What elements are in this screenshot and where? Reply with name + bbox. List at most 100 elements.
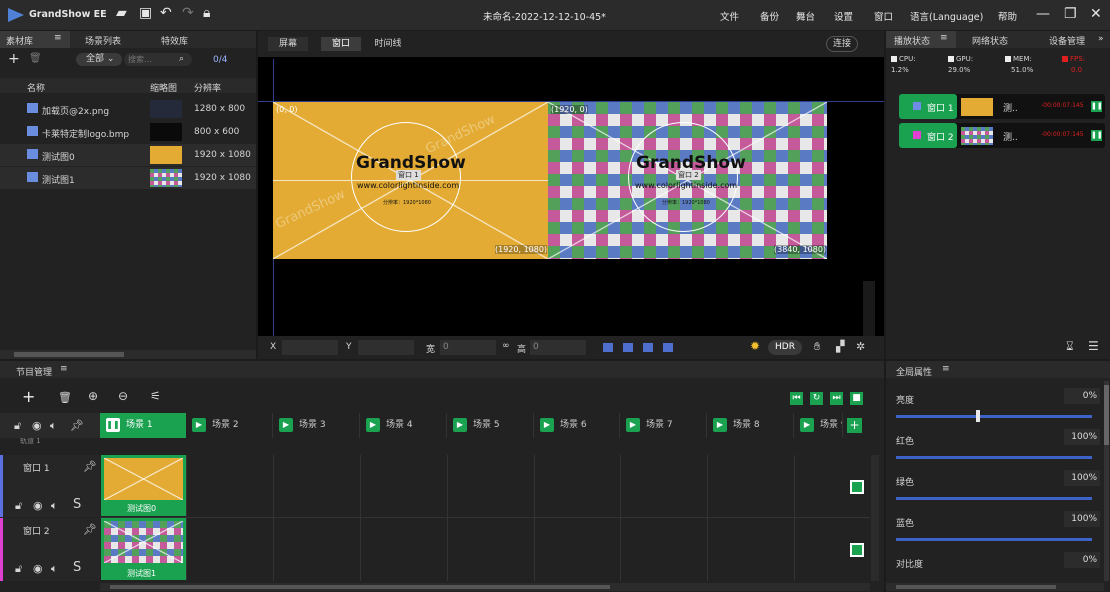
track-header-2[interactable]: 窗口 2 📌︎ 🔓︎ ◉ 🔈︎ S — [0, 518, 100, 581]
tab-device-mgmt[interactable]: 设备管理 — [1049, 34, 1085, 47]
pin-icon[interactable]: 📌︎ — [83, 523, 97, 536]
fit-icon[interactable]: ▞ — [836, 340, 844, 353]
lock-icon[interactable]: 🔒︎ — [203, 5, 210, 21]
close-icon[interactable]: ✕ — [1090, 6, 1102, 22]
scene-tab-7[interactable]: ▶ 场景 7 — [620, 413, 707, 438]
h-scrollbar[interactable] — [0, 350, 256, 359]
pause-button[interactable]: ❚❚ — [1091, 130, 1103, 141]
track-stop-button[interactable] — [850, 480, 864, 494]
columns-icon[interactable]: ☰ — [1088, 339, 1099, 353]
property-slider-track[interactable] — [896, 415, 1092, 418]
window-status-row[interactable]: 窗口 1 测.. -00:00:07:145 ❚❚ — [899, 94, 1105, 119]
window-2-preview[interactable]: (1920, 0) GrandShow 窗口 2 www.colorlighti… — [548, 102, 827, 259]
property-slider-track[interactable] — [896, 538, 1092, 541]
eye-icon[interactable]: ◉ — [33, 499, 43, 512]
unlock-icon[interactable]: 🔓︎ — [14, 419, 21, 433]
more-icon[interactable]: » — [1098, 34, 1104, 44]
y-field[interactable] — [358, 340, 414, 355]
trash-icon[interactable]: 🗑︎ — [29, 53, 42, 64]
menu-file[interactable]: 文件 — [720, 9, 739, 23]
tab-assets[interactable]: 素材库 — [6, 34, 33, 47]
menu-settings[interactable]: 设置 — [834, 9, 853, 23]
scene-tab-4[interactable]: ▶ 场景 4 — [360, 413, 447, 438]
scene-tab-3[interactable]: ▶ 场景 3 — [273, 413, 360, 438]
hdr-button[interactable]: HDR — [768, 340, 802, 355]
menu-window[interactable]: 窗口 — [874, 9, 893, 23]
stop-button[interactable]: ■ — [850, 392, 863, 405]
align-left-icon[interactable] — [603, 343, 613, 352]
scene-tab-6[interactable]: ▶ 场景 6 — [534, 413, 620, 438]
filter-dropdown[interactable]: 全部 ⌄ — [76, 53, 122, 66]
tab-timeline[interactable]: 时间线 — [368, 37, 408, 51]
distribute-icon[interactable] — [663, 343, 673, 352]
add-icon[interactable]: + — [22, 387, 35, 406]
tab-window[interactable]: 窗口 — [321, 37, 361, 51]
property-value[interactable]: 100% — [1064, 511, 1100, 527]
property-value[interactable]: 100% — [1064, 429, 1100, 445]
tab-scene-list[interactable]: 场景列表 — [85, 34, 121, 47]
menu-stage[interactable]: 舞台 — [796, 9, 815, 23]
zoom-out-icon[interactable]: ⊖ — [118, 389, 128, 403]
loop-button[interactable]: ↻ — [810, 392, 823, 405]
menu-help[interactable]: 帮助 — [998, 9, 1017, 23]
connect-button[interactable]: 连接 — [826, 36, 858, 52]
scene-tab-2[interactable]: ▶ 场景 2 — [186, 413, 273, 438]
solo-icon[interactable]: S — [73, 560, 81, 575]
scene-tab-1[interactable]: ❚❚ 场景 1 — [100, 413, 186, 438]
unlock-icon[interactable]: 🔓︎ — [15, 499, 22, 513]
property-slider-track[interactable] — [896, 456, 1092, 459]
pin-icon[interactable]: 📌︎ — [83, 460, 97, 473]
property-slider-track[interactable] — [896, 497, 1092, 500]
window-status-row[interactable]: 窗口 2 测.. -00:00:07:145 ❚❚ — [899, 123, 1105, 148]
speaker-icon[interactable]: 🔈︎ — [51, 499, 58, 513]
next-scene-button[interactable]: ⏭ — [830, 392, 843, 405]
pin-icon[interactable]: 📌︎ — [70, 419, 84, 432]
tab-menu-icon[interactable]: ≡ — [940, 33, 948, 43]
eye-icon[interactable]: ◉ — [33, 562, 43, 575]
pause-button[interactable]: ❚❚ — [1091, 101, 1103, 112]
redo-icon[interactable]: ↷ — [182, 5, 194, 21]
open-folder-icon[interactable]: ▰ — [116, 5, 127, 21]
add-scene-button[interactable]: + — [847, 418, 862, 433]
h-scrollbar[interactable] — [886, 583, 1104, 591]
add-icon[interactable]: + — [8, 51, 20, 67]
tab-effects[interactable]: 特效库 — [161, 34, 188, 47]
first-scene-button[interactable]: ⏮ — [790, 392, 803, 405]
save-icon[interactable]: ▣ — [139, 5, 152, 21]
tab-network-status[interactable]: 网络状态 — [972, 34, 1008, 47]
panel-menu-icon[interactable]: ≡ — [942, 364, 950, 374]
list-item[interactable]: 卡莱特定制logo.bmp 800 x 600 — [0, 121, 256, 143]
scene-tab-5[interactable]: ▶ 场景 5 — [447, 413, 534, 438]
track-header-1[interactable]: 窗口 1 📌︎ 🔓︎ ◉ 🔈︎ S — [0, 455, 100, 517]
list-item[interactable]: 测试图1 1920 x 1080 — [0, 167, 256, 189]
property-value[interactable]: 0% — [1064, 552, 1100, 568]
tab-menu-icon[interactable]: ≡ — [54, 33, 62, 43]
menu-language[interactable]: 语言(Language) — [910, 9, 983, 23]
window-1-preview[interactable]: (0, 0) GrandShow 窗口 1 www.colorlightinsi… — [273, 102, 548, 259]
tab-playback-status[interactable]: 播放状态 — [894, 34, 930, 47]
property-slider-handle[interactable] — [976, 410, 981, 422]
scene-tab-8[interactable]: ▶ 场景 8 — [707, 413, 794, 438]
unlock-icon[interactable]: 🔓︎ — [15, 562, 22, 576]
eye-icon[interactable]: ◉ — [32, 419, 42, 432]
v-scrollbar[interactable] — [863, 281, 875, 337]
v-scrollbar[interactable] — [1104, 381, 1109, 581]
property-value[interactable]: 0% — [1064, 388, 1100, 404]
panel-menu-icon[interactable]: ≡ — [60, 364, 68, 374]
maximize-icon[interactable]: ❐ — [1064, 6, 1077, 22]
align-right-icon[interactable] — [643, 343, 653, 352]
h-field[interactable]: 0 — [530, 340, 586, 355]
list-item[interactable]: 加载页@2x.png 1280 x 800 — [0, 98, 256, 120]
align-center-icon[interactable] — [623, 343, 633, 352]
solo-icon[interactable]: S — [73, 497, 81, 512]
brightness-icon[interactable]: ✹ — [750, 339, 760, 353]
hand-icon[interactable]: ✋︎ — [814, 340, 820, 354]
speaker-icon[interactable]: 🔈︎ — [50, 419, 57, 433]
hourglass-icon[interactable]: ⌛︎ — [1066, 339, 1074, 354]
settings-icon[interactable]: ✲ — [856, 340, 865, 353]
scene-tab-9[interactable]: ▶场景 9 — [794, 413, 843, 438]
menu-backup[interactable]: 备份 — [760, 9, 779, 23]
search-box[interactable]: ⌕ — [124, 53, 192, 66]
property-value[interactable]: 100% — [1064, 470, 1100, 486]
trash-icon[interactable]: 🗑︎ — [58, 391, 72, 404]
